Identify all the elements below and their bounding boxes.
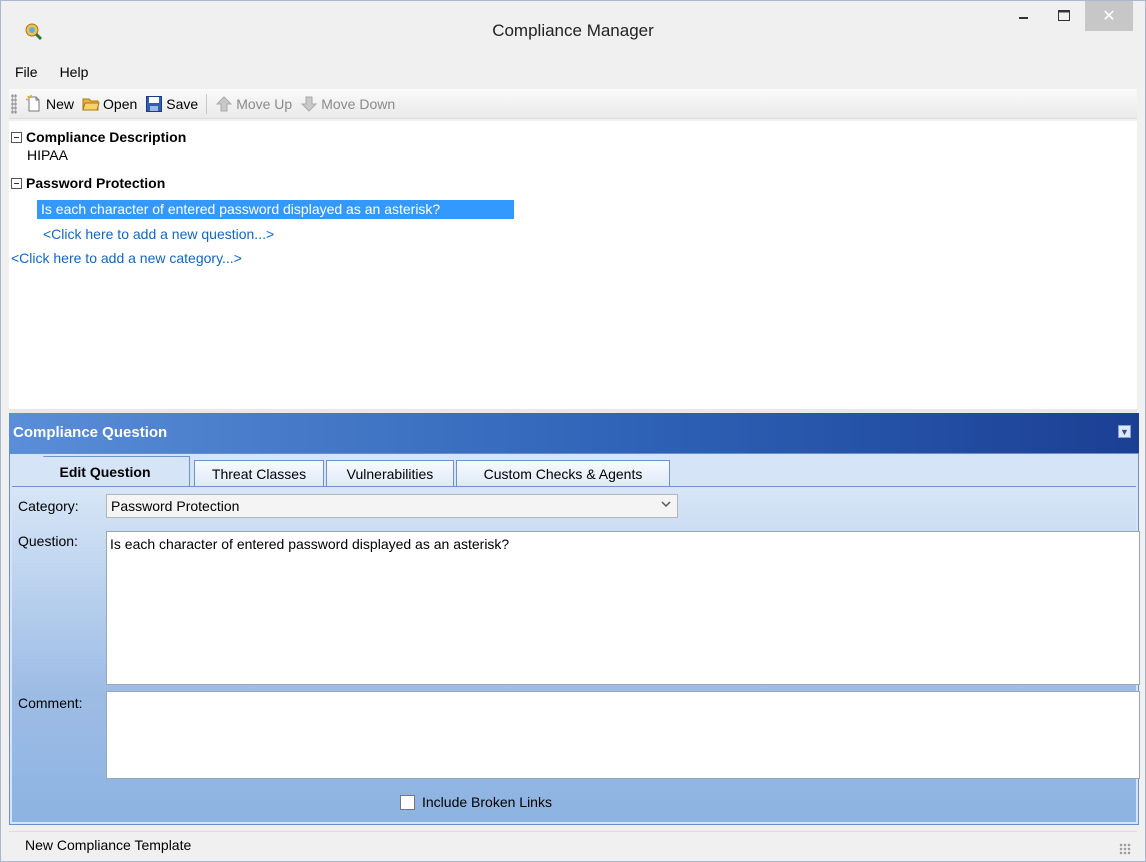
chevron-down-icon: ▼ (1120, 426, 1129, 437)
toolbar-grip[interactable] (11, 93, 17, 114)
move-up-label: Move Up (236, 95, 293, 112)
comment-label: Comment: (18, 695, 83, 711)
menu-help[interactable]: Help (52, 62, 97, 82)
collapse-icon[interactable] (11, 178, 22, 189)
compliance-question-header: Compliance Question ▼ (9, 413, 1139, 453)
tree-node-description[interactable]: Compliance Description (11, 129, 186, 145)
compliance-tree: Compliance Description HIPAA Password Pr… (9, 121, 1137, 409)
toolbar-separator (206, 93, 208, 114)
menu-file[interactable]: File (7, 62, 46, 82)
tab-custom-checks[interactable]: Custom Checks & Agents (456, 460, 670, 486)
add-question-link[interactable]: <Click here to add a new question...> (43, 226, 274, 242)
save-label: Save (166, 95, 199, 112)
open-label: Open (103, 95, 138, 112)
window-title: Compliance Manager (492, 21, 654, 40)
close-button[interactable]: ✕ (1085, 1, 1133, 31)
status-bar: New Compliance Template (9, 831, 1137, 857)
tab-strip: Edit Question Threat Classes Vulnerabili… (10, 456, 1138, 487)
minimize-button[interactable] (1009, 1, 1039, 31)
collapse-panel-button[interactable]: ▼ (1118, 425, 1131, 438)
toolbar: New Open Save Move Up Move Down (9, 89, 1137, 119)
move-down-button[interactable]: Move Down (296, 92, 399, 116)
new-label: New (46, 95, 75, 112)
question-label: Question: (18, 533, 78, 549)
category-select-value: Password Protection (111, 498, 240, 514)
comment-textarea[interactable] (106, 691, 1140, 779)
include-broken-links-checkbox[interactable] (400, 794, 415, 810)
add-category-link[interactable]: <Click here to add a new category...> (11, 250, 242, 266)
category-label: Category: (18, 498, 79, 514)
description-value[interactable]: HIPAA (27, 147, 68, 163)
tree-node-category[interactable]: Password Protection (11, 175, 165, 191)
collapse-icon[interactable] (11, 132, 22, 143)
open-folder-icon (82, 95, 100, 113)
status-text: New Compliance Template (25, 836, 192, 853)
panel-title: Compliance Question (13, 424, 168, 441)
open-button[interactable]: Open (78, 92, 141, 116)
move-down-label: Move Down (321, 95, 396, 112)
menu-bar: File Help (1, 59, 1145, 85)
minimize-icon (1019, 9, 1029, 24)
compliance-question-panel: Edit Question Threat Classes Vulnerabili… (9, 453, 1140, 825)
category-select[interactable]: Password Protection (106, 494, 678, 518)
close-icon: ✕ (1102, 8, 1116, 25)
edit-question-page: Category: Password Protection Question: … (12, 486, 1140, 822)
new-button[interactable]: New (21, 92, 78, 116)
save-disk-icon (145, 95, 163, 113)
tab-edit-question[interactable]: Edit Question (20, 456, 190, 487)
maximize-icon (1058, 9, 1070, 24)
selected-question-item[interactable]: Is each character of entered password di… (37, 200, 514, 219)
dropdown-arrow-icon (661, 498, 671, 512)
new-file-icon (25, 94, 43, 113)
maximize-button[interactable] (1047, 1, 1081, 31)
arrow-down-icon (300, 95, 318, 113)
include-broken-links-row[interactable]: Include Broken Links (400, 794, 552, 810)
arrow-up-icon (215, 95, 233, 113)
category-header: Password Protection (26, 175, 166, 191)
title-bar: Compliance Manager ✕ (1, 1, 1145, 57)
description-header: Compliance Description (26, 129, 187, 145)
question-textarea[interactable]: Is each character of entered password di… (106, 531, 1140, 685)
resize-grip-icon[interactable] (1119, 843, 1131, 855)
save-button[interactable]: Save (141, 92, 202, 116)
move-up-button[interactable]: Move Up (211, 92, 296, 116)
tab-threat-classes[interactable]: Threat Classes (194, 460, 324, 486)
compliance-manager-window: Compliance Manager ✕ File Help New Open … (0, 0, 1146, 862)
tab-vulnerabilities[interactable]: Vulnerabilities (326, 460, 454, 486)
include-broken-links-label: Include Broken Links (422, 794, 552, 810)
